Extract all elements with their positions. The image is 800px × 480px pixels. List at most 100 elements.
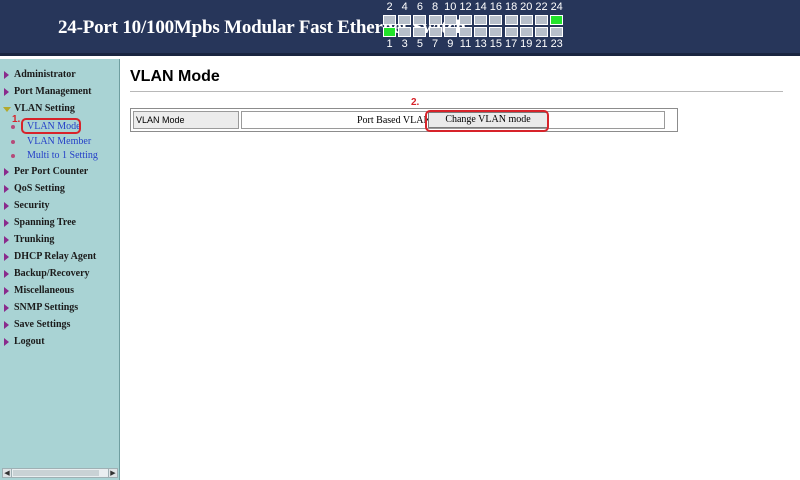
port-led-11[interactable]: [459, 27, 472, 37]
port-led-2[interactable]: [383, 15, 396, 25]
port-number-15: 15: [489, 38, 503, 50]
port-led-23[interactable]: [550, 27, 564, 37]
sidebar-item-label: Backup/Recovery: [14, 267, 90, 279]
port-number-20: 20: [520, 1, 533, 13]
sidebar-item-miscellaneous[interactable]: Miscellaneous: [0, 283, 120, 299]
port-number-9: 9: [447, 38, 454, 50]
port-led-1[interactable]: [383, 27, 396, 37]
port-led-14[interactable]: [474, 15, 488, 25]
sidebar-item-snmp-settings[interactable]: SNMP Settings: [0, 300, 120, 316]
port-led-3[interactable]: [398, 27, 412, 37]
port-led-8[interactable]: [428, 15, 442, 25]
vlan-mode-label: VLAN Mode: [133, 111, 239, 129]
sidebar-item-label: VLAN Setting: [14, 103, 75, 114]
port-led-24[interactable]: [550, 15, 564, 25]
submenu-item-vlan-mode[interactable]: VLAN Mode 1.: [0, 114, 120, 134]
port-led-13[interactable]: [474, 27, 488, 37]
sidebar-item-security[interactable]: Security: [0, 198, 120, 214]
port-number-2: 2: [386, 1, 393, 13]
sidebar-item-label: Security: [14, 199, 50, 211]
port-led-15[interactable]: [489, 27, 503, 37]
arrow-icon: [4, 286, 9, 295]
sidebar-item-administrator[interactable]: Administrator: [0, 67, 120, 83]
port-number-3: 3: [401, 38, 408, 50]
main-content: VLAN Mode 2. VLAN Mode Port Based VLAN C…: [121, 59, 800, 480]
arrow-icon: [4, 167, 9, 176]
port-led-18[interactable]: [504, 15, 518, 25]
port-led-16[interactable]: [489, 15, 503, 25]
port-number-8: 8: [432, 1, 439, 13]
arrow-icon: [4, 235, 9, 244]
submenu-item-multi-to-1-setting[interactable]: Multi to 1 Setting: [0, 149, 120, 163]
port-number-5: 5: [416, 38, 423, 50]
sidebar-item-label: Logout: [14, 335, 45, 347]
sidebar-item-port-management[interactable]: Port Management: [0, 84, 120, 100]
sidebar-item-label: Administrator: [14, 69, 76, 80]
change-button-highlight: [425, 110, 549, 132]
arrow-icon: [4, 88, 9, 96]
port-status-panel: 2 4 6 8 10 12 14 16 18 20 22 24 1 3 5 7 9 11 13 15 17 19 21 23: [380, 0, 564, 56]
sidebar-item-spanning-tree[interactable]: Spanning Tree: [0, 215, 120, 231]
port-led-9[interactable]: [443, 27, 457, 37]
sidebar-item-label: SNMP Settings: [14, 301, 79, 313]
port-led-21[interactable]: [535, 27, 548, 37]
port-led-7[interactable]: [428, 27, 442, 37]
sidebar-item-trunking[interactable]: Trunking: [0, 232, 120, 248]
bullet-icon: [11, 125, 15, 129]
submenu-item-label: VLAN Member: [27, 135, 92, 147]
vlan-mode-highlight: [21, 118, 81, 134]
port-led-12[interactable]: [459, 15, 472, 25]
port-number-13: 13: [474, 38, 487, 50]
port-number-12: 12: [459, 1, 472, 13]
arrow-icon: [4, 184, 9, 193]
port-number-14: 14: [474, 1, 487, 13]
scroll-right-icon[interactable]: ▶: [108, 469, 117, 477]
port-led-22[interactable]: [535, 15, 548, 25]
port-number-21: 21: [535, 38, 548, 50]
arrow-icon: [4, 320, 9, 329]
arrow-icon: [4, 71, 9, 79]
port-number-22: 22: [535, 1, 548, 13]
sidebar-horizontal-scrollbar[interactable]: ◀ ▶: [2, 468, 118, 478]
port-number-1: 1: [386, 38, 393, 50]
bullet-icon: [11, 139, 15, 144]
step-1-marker: 1.: [12, 114, 21, 125]
sidebar-item-backup-recovery[interactable]: Backup/Recovery: [0, 266, 120, 282]
submenu-item-vlan-member[interactable]: VLAN Member: [0, 135, 120, 149]
port-number-19: 19: [520, 38, 533, 50]
sidebar-item-label: Trunking: [14, 233, 55, 245]
port-led-10[interactable]: [443, 15, 457, 25]
port-led-4[interactable]: [398, 15, 412, 25]
sidebar-item-logout[interactable]: Logout: [0, 334, 120, 350]
port-number-4: 4: [401, 1, 408, 13]
expanded-arrow-icon: [3, 107, 11, 112]
port-number-16: 16: [489, 1, 503, 13]
sidebar-item-per-port-counter[interactable]: Per Port Counter: [0, 164, 120, 180]
port-led-5[interactable]: [413, 27, 427, 37]
sidebar-item-label: Save Settings: [14, 318, 71, 330]
title-divider: [130, 91, 783, 92]
vlan-mode-table: VLAN Mode Port Based VLAN Change VLAN mo…: [130, 108, 678, 132]
sidebar-item-label: QoS Setting: [14, 182, 65, 194]
page-title: VLAN Mode: [130, 68, 220, 85]
sidebar-item-qos-setting[interactable]: QoS Setting: [0, 181, 120, 197]
port-number-11: 11: [459, 38, 472, 50]
header-banner: 24-Port 10/100Mpbs Modular Fast Ethernet…: [0, 0, 800, 56]
step-2-marker: 2.: [411, 97, 420, 108]
arrow-icon: [4, 252, 9, 261]
arrow-icon: [4, 201, 9, 210]
sidebar-item-label: Miscellaneous: [14, 284, 74, 296]
arrow-icon: [4, 337, 9, 346]
port-led-6[interactable]: [413, 15, 427, 25]
port-led-19[interactable]: [519, 27, 533, 37]
port-led-17[interactable]: [504, 27, 518, 37]
scroll-thumb[interactable]: [13, 470, 99, 476]
port-number-6: 6: [416, 1, 423, 13]
sidebar-item-label: DHCP Relay Agent: [14, 250, 97, 262]
sidebar-item-save-settings[interactable]: Save Settings: [0, 317, 120, 333]
port-number-23: 23: [550, 38, 563, 50]
port-led-20[interactable]: [519, 15, 533, 25]
sidebar-item-dhcp-relay-agent[interactable]: DHCP Relay Agent: [0, 249, 120, 265]
port-number-24: 24: [550, 1, 563, 13]
scroll-left-icon[interactable]: ◀: [3, 469, 12, 477]
